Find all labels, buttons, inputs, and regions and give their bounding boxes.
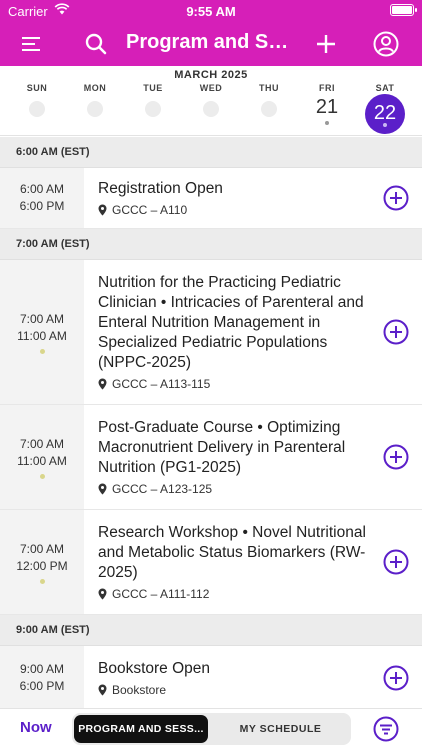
session-title[interactable]: Bookstore Open [98, 659, 372, 679]
end-time: 12:00 PM [16, 558, 68, 573]
status-dot [39, 578, 45, 584]
day-of-week-label: FRI [319, 83, 335, 93]
session-title[interactable]: Research Workshop • Novel Nutritional an… [98, 523, 372, 583]
location-text: GCCC – A113-115 [112, 377, 211, 391]
session-row[interactable]: 9:00 AM 6:00 PM Bookstore Open Bookstore [0, 646, 422, 708]
location-text: GCCC – A123-125 [112, 482, 213, 496]
end-time: 11:00 AM [17, 453, 67, 468]
location-pin-icon [98, 588, 107, 600]
time-section-header: 7:00 AM (EST) [0, 229, 422, 260]
start-time: 7:00 AM [19, 311, 65, 326]
day-placeholder-dot [29, 101, 45, 117]
session-location: Bookstore [98, 683, 372, 697]
session-time: 6:00 AM 6:00 PM [0, 168, 84, 228]
session-title[interactable]: Post-Graduate Course • Optimizing Macron… [98, 418, 372, 478]
session-time: 7:00 AM 12:00 PM [0, 510, 84, 614]
day-of-week-label: WED [199, 83, 223, 93]
location-text: Bookstore [112, 683, 167, 697]
end-time: 6:00 PM [19, 679, 65, 693]
location-text: GCCC – A110 [112, 203, 188, 217]
day-fri[interactable]: FRI 21 [298, 83, 356, 125]
session-content[interactable]: Nutrition for the Practicing Pediatric C… [84, 260, 422, 404]
status-time: 9:55 AM [186, 4, 236, 19]
location-pin-icon [98, 483, 107, 495]
selected-day[interactable]: 22 [365, 94, 405, 134]
session-time: 9:00 AM 6:00 PM [0, 646, 84, 708]
session-location: GCCC – A113-115 [98, 377, 372, 391]
has-events-dot [325, 121, 329, 125]
page-title: Program and Sessions [126, 31, 296, 53]
day-tue[interactable]: TUE [124, 83, 182, 117]
nav-bar: Program and Sessions [0, 26, 422, 62]
app-header: Carrier 9:55 AM Program and Sessions [0, 0, 422, 66]
start-time: 9:00 AM [19, 662, 65, 676]
session-content[interactable]: Post-Graduate Course • Optimizing Macron… [84, 405, 422, 509]
end-time: 6:00 PM [19, 199, 65, 213]
tab-program-and-sessions[interactable]: PROGRAM AND SESS... [74, 715, 208, 743]
schedule-list[interactable]: 6:00 AM (EST) 6:00 AM 6:00 PM Registrati… [0, 137, 422, 708]
status-bar: Carrier 9:55 AM [0, 0, 422, 22]
start-time: 6:00 AM [19, 182, 65, 196]
bottom-bar: Now PROGRAM AND SESS... MY SCHEDULE [0, 708, 422, 750]
end-time: 11:00 AM [17, 328, 67, 343]
day-sat[interactable]: SAT 22 [356, 83, 414, 134]
day-of-week-label: MON [83, 83, 107, 93]
status-dot [39, 473, 45, 479]
now-button[interactable]: Now [20, 719, 52, 736]
session-row[interactable]: 6:00 AM 6:00 PM Registration Open GCCC –… [0, 168, 422, 229]
day-thu[interactable]: THU [240, 83, 298, 117]
day-of-week-label: SAT [375, 83, 395, 93]
menu-icon[interactable] [18, 30, 46, 58]
month-label: MARCH 2025 [174, 69, 248, 81]
has-events-dot [383, 123, 387, 127]
day-of-week-label: TUE [143, 83, 163, 93]
day-placeholder-dot [145, 101, 161, 117]
location-pin-icon [98, 204, 107, 216]
location-pin-icon [98, 684, 107, 696]
session-row[interactable]: 7:00 AM 11:00 AM Post-Graduate Course • … [0, 405, 422, 510]
session-time: 7:00 AM 11:00 AM [0, 260, 84, 404]
day-sun[interactable]: SUN [8, 83, 66, 117]
add-to-schedule-icon[interactable] [383, 319, 409, 345]
status-dot [39, 348, 45, 354]
session-content[interactable]: Registration Open GCCC – A110 [84, 168, 422, 228]
session-location: GCCC – A123-125 [98, 482, 372, 496]
add-to-schedule-icon[interactable] [383, 549, 409, 575]
day-mon[interactable]: MON [66, 83, 124, 117]
session-row[interactable]: 7:00 AM 12:00 PM Research Workshop • Nov… [0, 510, 422, 615]
session-content[interactable]: Bookstore Open Bookstore [84, 646, 422, 708]
day-placeholder-dot [87, 101, 103, 117]
day-of-week-label: THU [259, 83, 279, 93]
time-section-header: 6:00 AM (EST) [0, 137, 422, 168]
session-row[interactable]: 7:00 AM 11:00 AM Nutrition for the Pract… [0, 260, 422, 405]
session-location: GCCC – A110 [98, 203, 372, 217]
time-section-header: 9:00 AM (EST) [0, 615, 422, 646]
session-content[interactable]: Research Workshop • Novel Nutritional an… [84, 510, 422, 614]
day-placeholder-dot [203, 101, 219, 117]
session-location: GCCC – A111-112 [98, 587, 372, 601]
location-pin-icon [98, 378, 107, 390]
day-of-week-label: SUN [26, 83, 48, 93]
add-icon[interactable] [312, 30, 340, 58]
session-title[interactable]: Nutrition for the Practicing Pediatric C… [98, 273, 372, 373]
profile-icon[interactable] [372, 30, 400, 58]
day-wed[interactable]: WED [182, 83, 240, 117]
add-to-schedule-icon[interactable] [383, 185, 409, 211]
session-time: 7:00 AM 11:00 AM [0, 405, 84, 509]
location-text: GCCC – A111-112 [112, 587, 210, 601]
day-number: 21 [315, 96, 339, 118]
week-strip: MARCH 2025 SUN MON TUE WED THU FRI 21 SA… [0, 66, 422, 136]
day-number: 22 [373, 102, 397, 124]
add-to-schedule-icon[interactable] [383, 444, 409, 470]
session-title[interactable]: Registration Open [98, 179, 372, 199]
add-to-schedule-icon[interactable] [383, 665, 409, 691]
start-time: 7:00 AM [19, 436, 65, 451]
view-segmented-control: PROGRAM AND SESS... MY SCHEDULE [72, 713, 351, 745]
tab-my-schedule[interactable]: MY SCHEDULE [212, 715, 349, 743]
battery-icon [390, 4, 417, 16]
filter-icon[interactable] [373, 716, 399, 742]
day-placeholder-dot [261, 101, 277, 117]
search-icon[interactable] [82, 30, 110, 58]
start-time: 7:00 AM [19, 541, 65, 556]
